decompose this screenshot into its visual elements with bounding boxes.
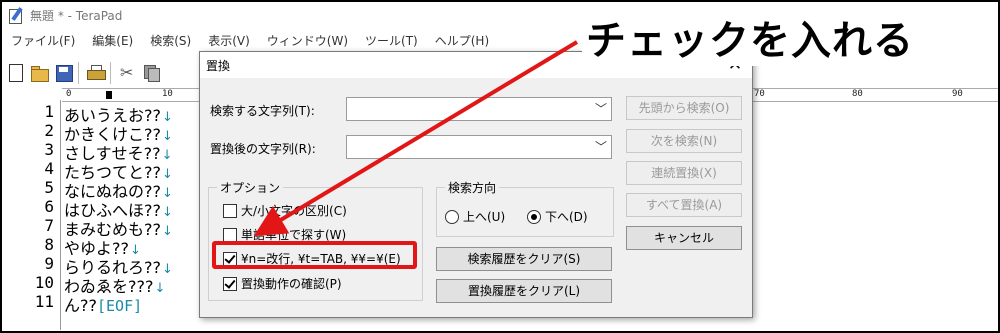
menu-edit[interactable]: 編集(E) — [92, 32, 133, 49]
toolbar-separator — [78, 62, 79, 84]
menu-help[interactable]: ヘルプ(H) — [435, 32, 489, 49]
screenshot-frame: 無題 * - TeraPad ファイル(F) 編集(E) 検索(S) 表示(V)… — [0, 0, 1000, 333]
line-number: 11 — [34, 292, 54, 311]
eof-mark: [EOF] — [97, 297, 143, 315]
checkbox-label: 置換動作の確認(P) — [241, 277, 342, 291]
line-number: 8 — [44, 235, 54, 254]
find-from-top-button[interactable]: 先頭から検索(O) — [626, 96, 742, 120]
line-number: 9 — [44, 254, 54, 273]
line-number: 3 — [44, 140, 54, 159]
line-number: 6 — [44, 197, 54, 216]
radio-label: 下へ(D) — [545, 210, 588, 224]
menu-search[interactable]: 検索(S) — [150, 32, 191, 49]
ruler-cursor-marker — [106, 91, 112, 99]
menu-window[interactable]: ウィンドウ(W) — [267, 32, 348, 49]
checkbox-label: 大/小文字の区別(C) — [241, 204, 347, 218]
window-title: 無題 * - TeraPad — [30, 8, 123, 23]
cancel-button[interactable]: キャンセル — [626, 226, 742, 250]
terapad-app-icon — [8, 7, 24, 24]
ruler-label: 80 — [852, 89, 863, 99]
copy-icon[interactable] — [142, 63, 162, 83]
radio-label: 上へ(U) — [463, 210, 506, 224]
replace-string-label: 置換後の文字列(R): — [210, 142, 316, 156]
direction-down-radio[interactable]: 下へ(D) — [527, 208, 588, 225]
search-string-combobox[interactable]: ﹀ — [346, 97, 612, 121]
line-number: 2 — [44, 121, 54, 140]
replace-string-combobox[interactable]: ﹀ — [346, 135, 612, 159]
line-number: 5 — [44, 178, 54, 197]
find-next-button[interactable]: 次を検索(N) — [626, 129, 742, 153]
replace-all-button[interactable]: すべて置換(A) — [626, 193, 742, 217]
annotation-text: チェックを入れる — [582, 8, 918, 66]
confirm-replace-checkbox[interactable]: 置換動作の確認(P) — [223, 275, 342, 292]
case-sensitive-checkbox[interactable]: 大/小文字の区別(C) — [223, 202, 347, 219]
cut-icon[interactable]: ✂ — [118, 63, 138, 83]
radio-dot[interactable] — [527, 209, 541, 224]
dialog-title: 置換 — [206, 59, 231, 73]
eol-mark: ↓ — [154, 281, 166, 296]
save-icon[interactable] — [54, 63, 74, 83]
chevron-down-icon[interactable]: ﹀ — [595, 100, 607, 117]
checkbox-box[interactable] — [223, 203, 237, 218]
line-number-gutter: 1 2 3 4 5 6 7 8 9 10 11 — [2, 100, 61, 330]
direction-group-title: 検索方向 — [445, 179, 500, 196]
replace-continuous-button[interactable]: 連続置換(X) — [626, 161, 742, 185]
radio-dot[interactable] — [445, 209, 459, 224]
clear-replace-history-button[interactable]: 置換履歴をクリア(L) — [436, 279, 612, 303]
line-text: ん?? — [64, 296, 97, 315]
replace-dialog: 置換 ✕ 検索する文字列(T): ﹀ 置換後の文字列(R): ﹀ 先頭から検索(… — [199, 51, 753, 318]
search-direction-group: 検索方向 上へ(U) 下へ(D) — [436, 179, 614, 237]
ruler-label: 10 — [162, 89, 173, 99]
line-number: 4 — [44, 159, 54, 178]
direction-up-radio[interactable]: 上へ(U) — [445, 208, 505, 225]
new-file-icon[interactable] — [6, 63, 26, 83]
annotation-highlight-box — [212, 241, 417, 269]
eol-mark: ↓ — [162, 224, 173, 239]
ruler-label: 0 — [66, 89, 72, 99]
open-folder-icon[interactable] — [30, 63, 50, 83]
editor-line: ん??[EOF] — [64, 292, 142, 316]
menu-bar: ファイル(F) 編集(E) 検索(S) 表示(V) ウィンドウ(W) ツール(T… — [2, 29, 497, 51]
checkbox-box[interactable] — [223, 227, 237, 242]
ruler-label: 70 — [754, 89, 765, 99]
menu-tools[interactable]: ツール(T) — [365, 32, 418, 49]
checkbox-box[interactable] — [223, 276, 237, 291]
ruler-label: 90 — [952, 89, 963, 99]
print-icon[interactable] — [86, 63, 106, 83]
toolbar-separator — [110, 62, 111, 84]
clear-search-history-button[interactable]: 検索履歴をクリア(S) — [436, 247, 612, 271]
line-number: 7 — [44, 216, 54, 235]
text-editor-area[interactable]: あいうえお??↓ かきくけこ??↓ さしすせそ??↓ たちつてと??↓ なにぬね… — [64, 100, 204, 330]
line-number: 10 — [34, 273, 54, 292]
search-string-label: 検索する文字列(T): — [210, 104, 315, 118]
options-group-title: オプション — [217, 179, 284, 196]
menu-file[interactable]: ファイル(F) — [11, 32, 75, 49]
line-number: 1 — [44, 102, 54, 121]
chevron-down-icon[interactable]: ﹀ — [595, 138, 607, 155]
menu-view[interactable]: 表示(V) — [208, 32, 250, 49]
